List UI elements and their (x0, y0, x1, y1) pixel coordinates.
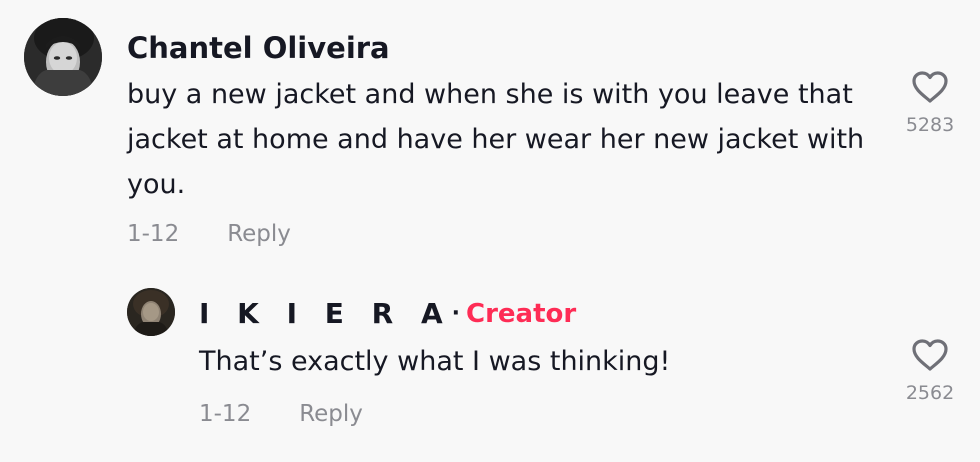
avatar[interactable] (24, 18, 102, 96)
comment-meta: 1-12 Reply (127, 221, 291, 247)
separator-dot: · (451, 301, 460, 326)
creator-badge: Creator (466, 298, 577, 329)
reply-meta: 1-12 Reply (199, 401, 363, 427)
like-count: 5283 (905, 114, 955, 136)
reply-author-name[interactable]: I K I E R A (199, 297, 452, 330)
like-count: 2562 (905, 382, 955, 404)
like-control: 2562 (890, 338, 970, 404)
avatar-image (127, 288, 175, 336)
avatar-image (24, 18, 102, 96)
reply-button[interactable]: Reply (299, 401, 363, 427)
comment-text: buy a new jacket and when she is with yo… (127, 79, 865, 200)
heart-outline-icon[interactable] (911, 338, 949, 372)
like-control: 5283 (890, 70, 970, 136)
reply-button[interactable]: Reply (227, 221, 291, 247)
reply-header: I K I E R A · Creator (199, 297, 576, 330)
comment-date: 1-12 (127, 221, 180, 247)
comment-author-name[interactable]: Chantel Oliveira (127, 31, 390, 65)
reply-date: 1-12 (199, 401, 252, 427)
reply-text: That’s exactly what I was thinking! (199, 346, 671, 377)
heart-outline-icon[interactable] (911, 70, 949, 104)
avatar[interactable] (127, 288, 175, 336)
